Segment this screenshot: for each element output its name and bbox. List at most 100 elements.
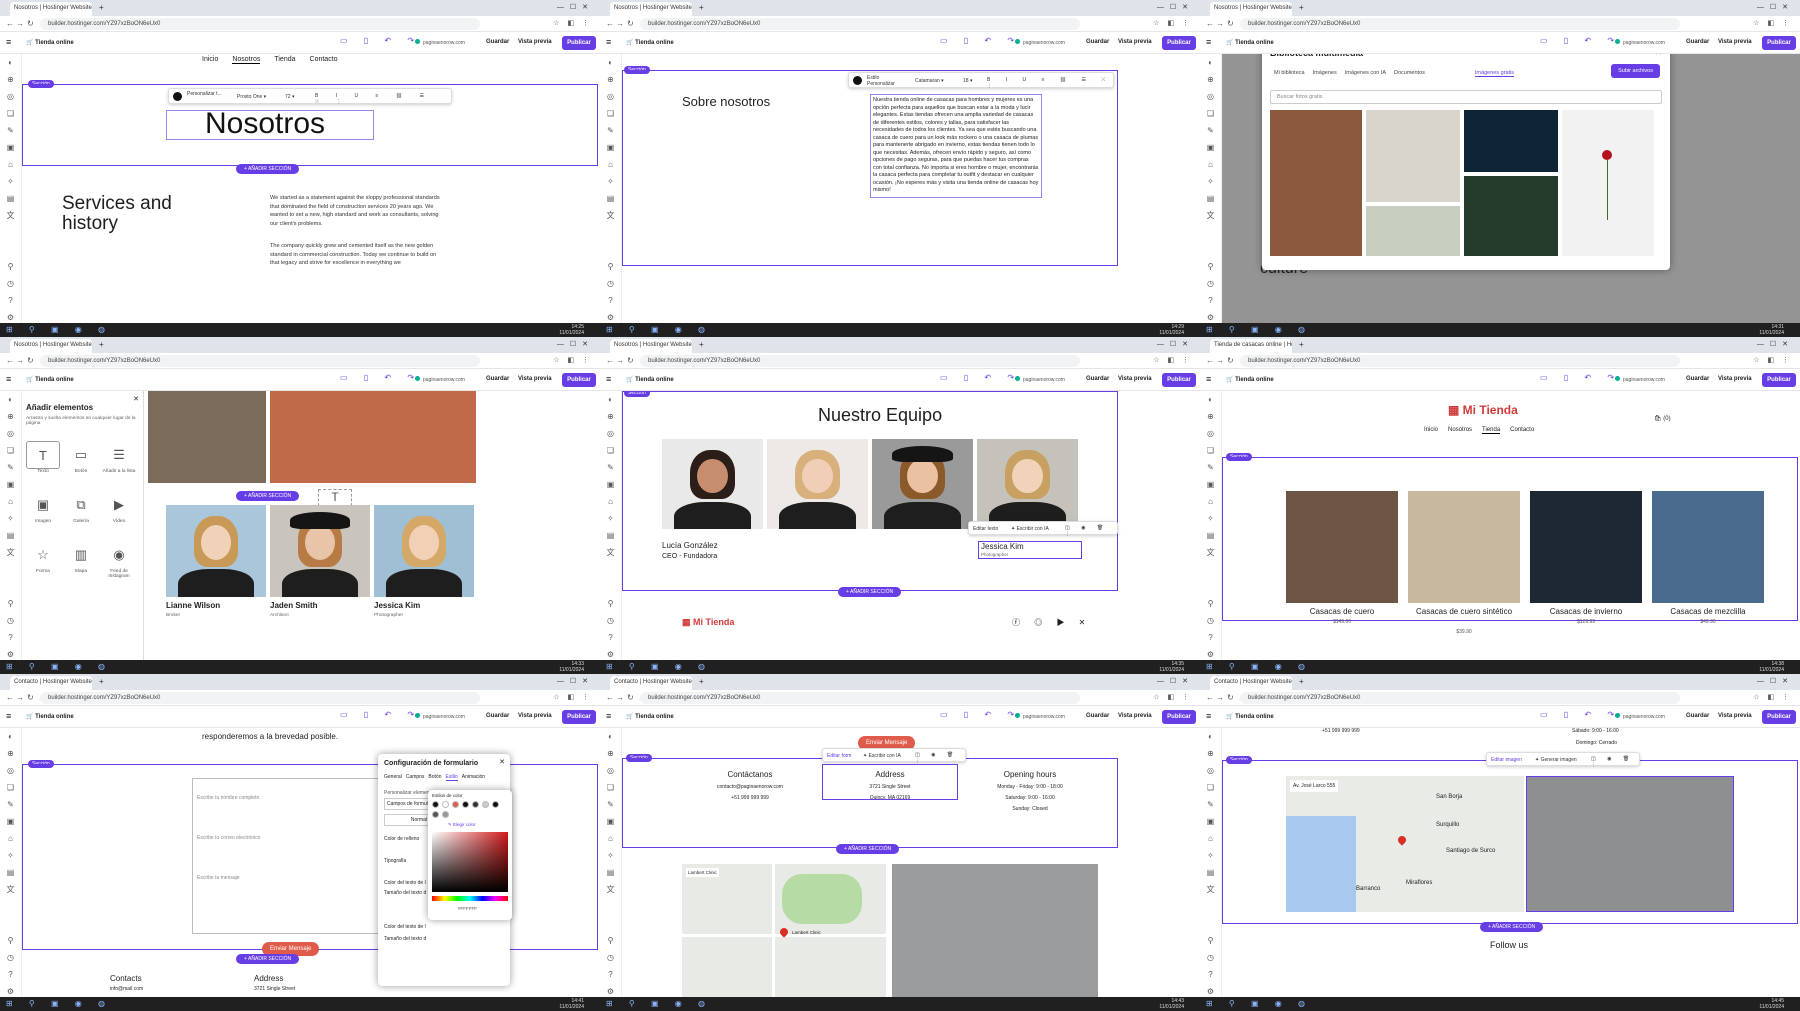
browser-tab[interactable]: Contacto | Hostinger Website	[610, 676, 692, 690]
menu-icon[interactable]: ≡	[6, 37, 11, 47]
sidebar-tool-icon[interactable]: ⊕	[600, 745, 621, 762]
sidebar-tool-icon[interactable]: ▤	[600, 190, 621, 207]
architecture-image[interactable]	[892, 864, 1098, 997]
size-select[interactable]: 18 ▾	[963, 78, 972, 84]
back-icon[interactable]: ←	[6, 19, 14, 28]
taskbar-apps[interactable]: ⊞ ⚲ ▣ ◉ ◍	[606, 662, 712, 671]
settings-tab[interactable]: Estilo	[445, 774, 458, 781]
sidebar-tool-icon[interactable]: ⌂	[0, 493, 21, 510]
modal-tab[interactable]: Imágenes	[1313, 70, 1337, 77]
team-photo[interactable]	[977, 439, 1078, 529]
sidebar-tool-icon[interactable]	[1200, 915, 1221, 932]
sidebar-tool-icon[interactable]: ⊕	[0, 408, 21, 425]
sidebar-tool-icon[interactable]: ▣	[0, 476, 21, 493]
forward-icon[interactable]: →	[1216, 693, 1224, 702]
sidebar-tool-icon[interactable]: ?	[600, 629, 621, 646]
browser-tab[interactable]: Nosotros | Hostinger Website	[610, 339, 692, 353]
device-toggle-icon[interactable]: ▭ ▯ ↶ ↷	[1540, 373, 1621, 382]
sidebar-tool-icon[interactable]: ⊕	[1200, 408, 1221, 425]
store-name[interactable]: 🛒 Tienda online	[26, 376, 74, 383]
style-select[interactable]: Personalizar t...	[187, 91, 227, 97]
sidebar-tool-icon[interactable]: ◎	[0, 425, 21, 442]
sidebar-tool-icon[interactable]: ✧	[0, 847, 21, 864]
sidebar-tool-icon[interactable]: ✎	[600, 459, 621, 476]
device-toggle-icon[interactable]: ▭ ▯ ↶ ↷	[1540, 710, 1621, 719]
sidebar-tool-icon[interactable]	[1200, 578, 1221, 595]
sidebar-tool-icon[interactable]: ⊕	[1200, 745, 1221, 762]
sidebar-tool-icon[interactable]: ✧	[0, 173, 21, 190]
element-tile[interactable]: ▭ Botón	[64, 441, 98, 485]
team-photo[interactable]	[270, 505, 370, 597]
sidebar-tool-icon[interactable]: ◐	[1200, 728, 1221, 745]
sidebar-tool-icon[interactable]: ✎	[600, 122, 621, 139]
new-tab-button[interactable]: +	[699, 677, 704, 686]
back-icon[interactable]: ←	[606, 693, 614, 702]
sidebar-tool-icon[interactable]: ?	[1200, 966, 1221, 983]
sidebar-tool-icon[interactable]: ✧	[600, 847, 621, 864]
device-toggle-icon[interactable]: ▭ ▯ ↶ ↷	[940, 710, 1021, 719]
url-input[interactable]: builder.hostinger.com/YZ97xzBoON6eUx0	[640, 692, 1080, 704]
url-input[interactable]: builder.hostinger.com/YZ97xzBoON6eUx0	[1240, 18, 1680, 30]
color-gradient[interactable]	[432, 832, 508, 892]
font-select[interactable]: Prosto One ▾	[237, 94, 266, 100]
sidebar-tool-icon[interactable]: ⚲	[1200, 932, 1221, 949]
preview-button[interactable]: Vista previa	[518, 39, 552, 45]
menu-icon[interactable]: ≡	[606, 374, 611, 384]
sidebar-tool-icon[interactable]: ◐	[0, 391, 21, 408]
window-controls[interactable]: —☐✕	[1757, 677, 1794, 685]
back-icon[interactable]: ←	[6, 693, 14, 702]
media-image[interactable]	[1270, 110, 1362, 256]
publish-button[interactable]: Publicar	[1162, 373, 1196, 387]
sidebar-tool-icon[interactable]	[1200, 224, 1221, 241]
product-image[interactable]	[1286, 491, 1398, 603]
taskbar-apps[interactable]: ⊞ ⚲ ▣ ◉ ◍	[1206, 662, 1312, 671]
url-input[interactable]: builder.hostinger.com/YZ97xzBoON6eUx0	[40, 692, 480, 704]
sidebar-tool-icon[interactable]: ✧	[1200, 847, 1221, 864]
ai-write-button[interactable]: ✦ Escribir con IA	[1011, 526, 1049, 532]
modal-tab[interactable]: Documentos	[1394, 70, 1425, 77]
modal-tab[interactable]: Mi biblioteca	[1274, 70, 1305, 77]
team-photo[interactable]	[148, 391, 266, 483]
back-icon[interactable]: ←	[606, 19, 614, 28]
window-controls[interactable]: —☐✕	[557, 340, 594, 348]
window-controls[interactable]: —☐✕	[557, 3, 594, 11]
coat-photo[interactable]	[270, 391, 476, 483]
sidebar-tool-icon[interactable]: ▣	[600, 813, 621, 830]
sidebar-tool-icon[interactable]: 文	[0, 544, 21, 561]
sidebar-tool-icon[interactable]: ◷	[0, 275, 21, 292]
new-tab-button[interactable]: +	[1299, 340, 1304, 349]
sidebar-tool-icon[interactable]: ⌂	[600, 830, 621, 847]
sidebar-tool-icon[interactable]: ?	[1200, 629, 1221, 646]
url-input[interactable]: builder.hostinger.com/YZ97xzBoON6eUx0	[1240, 692, 1680, 704]
browser-tab[interactable]: Nosotros | Hostinger Website	[1210, 2, 1292, 16]
device-toggle-icon[interactable]: ▭ ▯ ↶ ↷	[940, 36, 1021, 45]
add-section-button[interactable]: + AÑADIR SECCIÓN	[836, 844, 900, 854]
sidebar-tool-icon[interactable]: ▤	[1200, 527, 1221, 544]
nav-link-nosotros[interactable]: Nosotros	[232, 56, 261, 64]
element-tile[interactable]: ▶ Vídeo	[102, 491, 136, 535]
element-actions[interactable]: ◫ ◉ 🗑 ⋮	[1591, 756, 1639, 768]
extensions-icon[interactable]: ☆ ◧ ⋮	[553, 693, 592, 701]
sidebar-tool-icon[interactable]: 文	[1200, 881, 1221, 898]
save-button[interactable]: Guardar	[486, 376, 509, 382]
sidebar-tool-icon[interactable]: ⊕	[1200, 71, 1221, 88]
taskbar-apps[interactable]: ⊞ ⚲ ▣ ◉ ◍	[1206, 999, 1312, 1008]
sidebar-tool-icon[interactable]: ▤	[1200, 190, 1221, 207]
forward-icon[interactable]: →	[16, 356, 24, 365]
media-image[interactable]	[1464, 110, 1558, 172]
url-input[interactable]: builder.hostinger.com/YZ97xzBoON6eUx0	[40, 355, 480, 367]
settings-tab[interactable]: Botón	[428, 774, 441, 781]
sidebar-tool-icon[interactable]: ◷	[0, 612, 21, 629]
settings-tab[interactable]: Campos	[406, 774, 425, 781]
element-tile[interactable]: ⧉ Galería	[64, 491, 98, 535]
media-image[interactable]	[1366, 110, 1460, 202]
color-swatch[interactable]	[432, 801, 439, 808]
modal-tab[interactable]: Imágenes gratis	[1474, 70, 1515, 77]
menu-icon[interactable]: ≡	[6, 711, 11, 721]
new-tab-button[interactable]: +	[1299, 677, 1304, 686]
sidebar-tool-icon[interactable]: ❏	[0, 779, 21, 796]
window-controls[interactable]: —☐✕	[1157, 677, 1194, 685]
reload-icon[interactable]: ↻	[27, 693, 34, 702]
taskbar-apps[interactable]: ⊞ ⚲ ▣ ◉ ◍	[6, 999, 112, 1008]
product-image[interactable]	[1652, 491, 1764, 603]
